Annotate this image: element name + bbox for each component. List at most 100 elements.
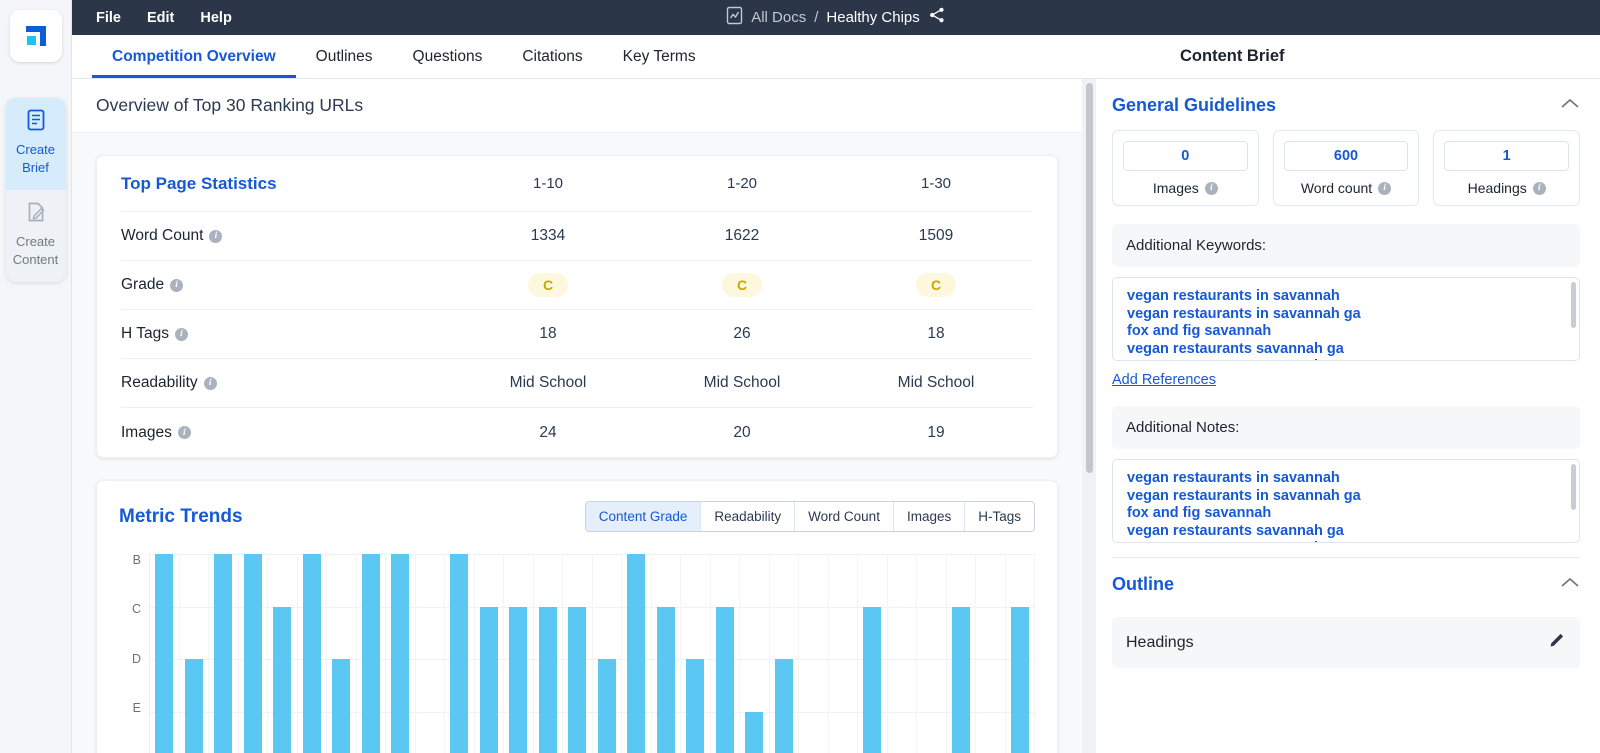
chart-bar-slot[interactable] bbox=[1006, 554, 1035, 753]
chart-bar[interactable] bbox=[656, 606, 675, 753]
chart-bar[interactable] bbox=[361, 554, 380, 753]
chart-bar-slot[interactable] bbox=[357, 554, 386, 753]
chart-bar-slot[interactable] bbox=[740, 554, 770, 753]
chart-bar[interactable] bbox=[745, 711, 764, 753]
menu-edit[interactable]: Edit bbox=[147, 10, 174, 26]
chart-bar-slot[interactable] bbox=[475, 554, 504, 753]
chart-bar-slot[interactable] bbox=[239, 554, 268, 753]
chart-bar[interactable] bbox=[243, 554, 262, 753]
chart-bar[interactable] bbox=[155, 554, 174, 753]
menu-file[interactable]: File bbox=[96, 10, 121, 26]
segment-readability[interactable]: Readability bbox=[701, 502, 796, 531]
info-icon[interactable]: i bbox=[170, 278, 184, 292]
chart-bar-slot[interactable] bbox=[681, 554, 711, 753]
chart-bar[interactable] bbox=[450, 554, 469, 753]
chart-bar-slot[interactable] bbox=[829, 554, 858, 753]
chart-bar[interactable] bbox=[863, 606, 882, 753]
scrollbar-thumb[interactable] bbox=[1085, 83, 1093, 473]
chart-bar-slot[interactable] bbox=[180, 554, 209, 753]
tab-questions[interactable]: Questions bbox=[393, 35, 503, 78]
chart-bar[interactable] bbox=[627, 554, 646, 753]
stat-value-input[interactable]: 600 bbox=[1283, 141, 1409, 171]
info-icon[interactable]: i bbox=[203, 376, 217, 390]
breadcrumb-all-docs[interactable]: All Docs bbox=[751, 9, 806, 26]
notes-scrollbar-thumb[interactable] bbox=[1571, 464, 1576, 510]
chart-bar[interactable] bbox=[568, 606, 587, 753]
general-guidelines-header[interactable]: General Guidelines bbox=[1096, 79, 1600, 126]
additional-keywords-box[interactable]: vegan restaurants in savannah vegan resta… bbox=[1112, 277, 1580, 361]
chevron-up-icon[interactable] bbox=[1560, 97, 1580, 115]
chart-bar-slot[interactable] bbox=[504, 554, 534, 753]
chart-bar[interactable] bbox=[715, 606, 734, 753]
tab-outlines[interactable]: Outlines bbox=[296, 35, 393, 78]
tab-key-terms[interactable]: Key Terms bbox=[603, 35, 716, 78]
stat-value-input[interactable]: 1 bbox=[1444, 141, 1570, 171]
chart-bar-slot[interactable] bbox=[947, 554, 976, 753]
center-scroll-area[interactable]: Top Page Statistics 1-10 1-20 1-30 Word … bbox=[72, 133, 1082, 753]
outline-headings-row[interactable]: Headings bbox=[1112, 617, 1580, 668]
chart-bar[interactable] bbox=[184, 659, 203, 753]
additional-notes-box[interactable]: vegan restaurants in savannah vegan resta… bbox=[1112, 459, 1580, 543]
sidebar-item-create-content[interactable]: Create Content bbox=[5, 190, 66, 282]
chart-bar-slot[interactable] bbox=[386, 554, 416, 753]
chart-bar[interactable] bbox=[597, 659, 616, 753]
tabs: Competition Overview Outlines Questions … bbox=[72, 35, 716, 78]
chart-bar-slot[interactable] bbox=[858, 554, 888, 753]
segment-content-grade[interactable]: Content Grade bbox=[585, 502, 702, 531]
stat-value-input[interactable]: 0 bbox=[1123, 141, 1248, 171]
chart-bar[interactable] bbox=[479, 606, 498, 753]
sidebar-item-create-brief[interactable]: Create Brief bbox=[5, 98, 66, 190]
chart-bar-slot[interactable] bbox=[888, 554, 917, 753]
chart-bar-slot[interactable] bbox=[416, 554, 445, 753]
chart-bar[interactable] bbox=[332, 659, 351, 753]
info-icon[interactable]: i bbox=[174, 327, 188, 341]
keywords-scrollbar-thumb[interactable] bbox=[1571, 282, 1576, 328]
chart-bar-slot[interactable] bbox=[976, 554, 1006, 753]
segment-word-count[interactable]: Word Count bbox=[795, 502, 894, 531]
chart-bar[interactable] bbox=[774, 659, 793, 753]
chart-bar[interactable] bbox=[686, 659, 705, 753]
chart-bar[interactable] bbox=[273, 606, 292, 753]
breadcrumb-current-doc[interactable]: Healthy Chips bbox=[826, 9, 919, 26]
chart-bar[interactable] bbox=[951, 606, 970, 753]
info-icon[interactable]: i bbox=[1378, 181, 1392, 195]
chart-bar-slot[interactable] bbox=[593, 554, 622, 753]
segment-h-tags[interactable]: H-Tags bbox=[965, 502, 1034, 531]
chart-bar-slot[interactable] bbox=[711, 554, 740, 753]
info-icon[interactable]: i bbox=[1532, 181, 1546, 195]
tab-citations[interactable]: Citations bbox=[502, 35, 602, 78]
chart-bar-slot[interactable] bbox=[563, 554, 593, 753]
chart-bar-slot[interactable] bbox=[445, 554, 475, 753]
chart-bar[interactable] bbox=[1010, 606, 1029, 753]
chart-bar-slot[interactable] bbox=[150, 554, 180, 753]
chart-bar-slot[interactable] bbox=[770, 554, 799, 753]
chart-bar-slot[interactable] bbox=[652, 554, 681, 753]
menu-help[interactable]: Help bbox=[200, 10, 231, 26]
share-icon[interactable] bbox=[928, 6, 946, 29]
outline-header[interactable]: Outline bbox=[1096, 558, 1600, 605]
chart-bar-slot[interactable] bbox=[799, 554, 829, 753]
chart-bar[interactable] bbox=[214, 554, 233, 753]
chart-bar[interactable] bbox=[538, 606, 557, 753]
pencil-icon[interactable] bbox=[1548, 631, 1566, 654]
chevron-up-icon[interactable] bbox=[1560, 576, 1580, 594]
chart-bar[interactable] bbox=[302, 554, 321, 753]
chart-bar-slot[interactable] bbox=[209, 554, 239, 753]
chart-bar-slot[interactable] bbox=[622, 554, 652, 753]
stats-header-row: Top Page Statistics 1-10 1-20 1-30 bbox=[121, 156, 1033, 212]
info-icon[interactable]: i bbox=[209, 229, 223, 243]
chart-bar-slot[interactable] bbox=[298, 554, 327, 753]
chart-bar[interactable] bbox=[509, 606, 528, 753]
info-icon[interactable]: i bbox=[1204, 181, 1218, 195]
chart-bar-slot[interactable] bbox=[917, 554, 947, 753]
info-icon[interactable]: i bbox=[177, 426, 191, 439]
chart-bar-slot[interactable] bbox=[327, 554, 357, 753]
center-panel-scrollbar[interactable] bbox=[1082, 79, 1096, 753]
chart-bar-slot[interactable] bbox=[268, 554, 298, 753]
chart-bar-slot[interactable] bbox=[534, 554, 563, 753]
add-references-link[interactable]: Add References bbox=[1112, 372, 1600, 388]
chart-bar[interactable] bbox=[391, 554, 410, 753]
tab-competition-overview[interactable]: Competition Overview bbox=[92, 35, 296, 78]
segment-images[interactable]: Images bbox=[893, 502, 966, 531]
app-logo[interactable] bbox=[9, 10, 62, 62]
